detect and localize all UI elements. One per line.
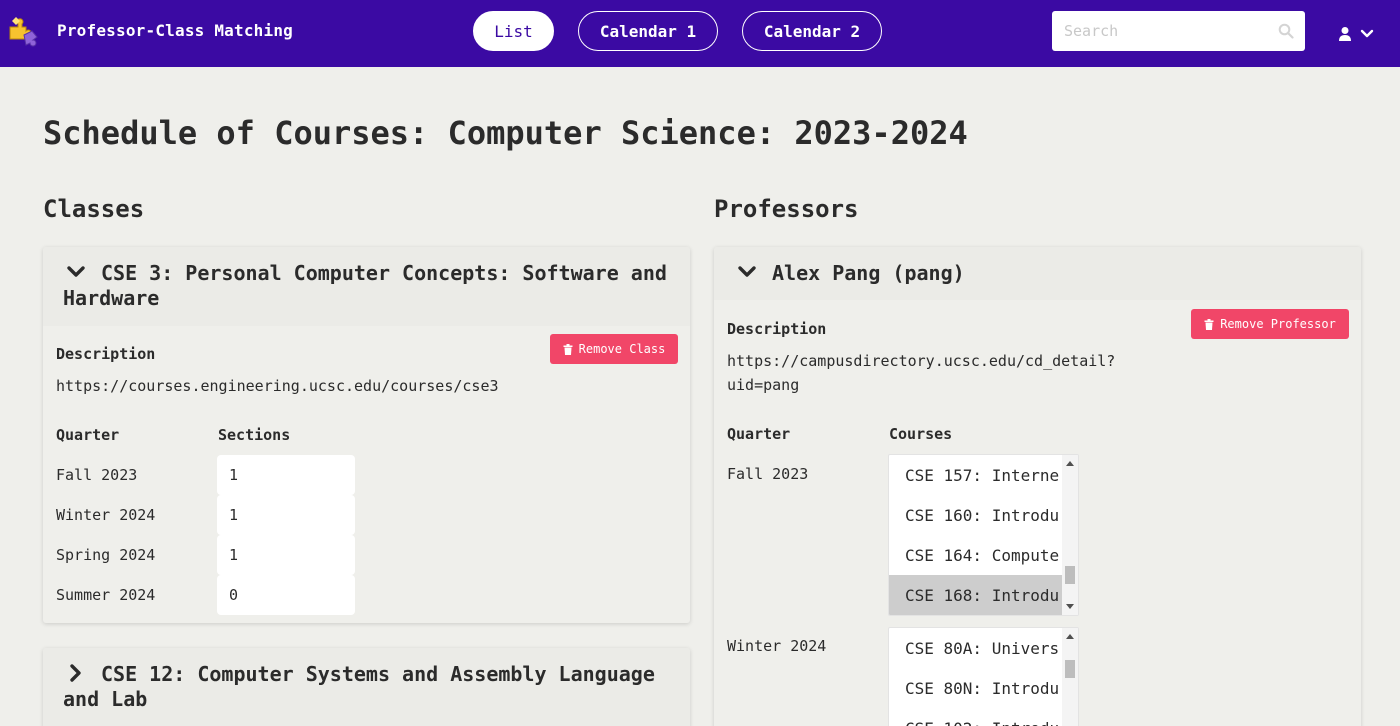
scroll-down-arrow-icon[interactable]: [1066, 604, 1074, 609]
user-icon: [1339, 27, 1351, 41]
scrollbar-thumb[interactable]: [1065, 660, 1075, 678]
course-option[interactable]: CSE 102: Introdu: [889, 708, 1063, 726]
class-description: https://courses.engineering.ucsc.edu/cou…: [56, 377, 499, 395]
course-option-selected[interactable]: CSE 168: Introdu: [889, 575, 1063, 615]
tab-list[interactable]: List: [473, 11, 554, 51]
quarter-label: Winter 2024: [727, 637, 827, 655]
description-label: Description: [56, 345, 156, 363]
sections-input[interactable]: 0: [217, 575, 355, 615]
course-option[interactable]: CSE 157: Interne: [889, 455, 1063, 495]
trash-icon: [1204, 318, 1214, 330]
course-option[interactable]: CSE 164: Compute: [889, 535, 1063, 575]
tab-calendar-2[interactable]: Calendar 2: [742, 11, 882, 51]
class-card: CSE 3: Personal Computer Concepts: Softw…: [43, 247, 690, 623]
classes-heading: Classes: [43, 195, 145, 223]
professor-description-line-1: https://campusdirectory.ucsc.edu/cd_deta…: [727, 352, 1116, 370]
quarter-label: Fall 2023: [727, 465, 809, 483]
remove-professor-button[interactable]: Remove Professor: [1191, 309, 1349, 339]
search-box: [1052, 11, 1305, 51]
professors-heading: Professors: [714, 195, 859, 223]
sections-input[interactable]: 1: [217, 535, 355, 575]
class-title-text: CSE 3: Personal Computer Concepts: Softw…: [63, 261, 667, 310]
remove-professor-label: Remove Professor: [1220, 317, 1336, 331]
quarter-label: Summer 2024: [56, 586, 156, 604]
trash-icon: [563, 343, 573, 355]
search-icon[interactable]: [1278, 23, 1294, 39]
scroll-up-arrow-icon[interactable]: [1066, 634, 1074, 639]
class-card: CSE 12: Computer Systems and Assembly La…: [43, 648, 690, 726]
quarter-header: Quarter: [727, 425, 791, 443]
professor-description-line-2: uid=pang: [727, 376, 800, 394]
page-title: Schedule of Courses: Computer Science: 2…: [43, 114, 968, 152]
chevron-right-icon[interactable]: [65, 662, 87, 684]
professor-card: Alex Pang (pang) Remove Professor Descri…: [714, 247, 1361, 726]
search-input[interactable]: [1052, 11, 1272, 51]
app-title[interactable]: Professor-Class Matching: [57, 21, 293, 40]
scroll-up-arrow-icon[interactable]: [1066, 461, 1074, 466]
sections-header: Sections: [218, 426, 291, 444]
sections-input[interactable]: 1: [217, 495, 355, 535]
courses-header: Courses: [889, 425, 953, 443]
class-card-header[interactable]: CSE 12: Computer Systems and Assembly La…: [43, 648, 690, 726]
course-option[interactable]: CSE 80A: Univers: [889, 628, 1063, 668]
scrollbar-thumb[interactable]: [1065, 566, 1075, 584]
user-menu[interactable]: [1338, 22, 1384, 46]
class-title-text: CSE 12: Computer Systems and Assembly La…: [63, 662, 655, 711]
tab-calendar-1[interactable]: Calendar 1: [578, 11, 718, 51]
remove-class-label: Remove Class: [578, 342, 666, 356]
course-option[interactable]: CSE 80N: Introdu: [889, 668, 1063, 708]
remove-class-button[interactable]: Remove Class: [550, 334, 678, 364]
chevron-down-icon[interactable]: [65, 261, 87, 283]
course-option[interactable]: CSE 160: Introdu: [889, 495, 1063, 535]
professor-card-header[interactable]: Alex Pang (pang): [714, 247, 1361, 300]
top-navbar: Professor-Class Matching List Calendar 1…: [0, 0, 1400, 67]
sections-input[interactable]: 1: [217, 455, 355, 495]
class-title: CSE 3: Personal Computer Concepts: Softw…: [63, 261, 670, 311]
courses-listbox[interactable]: CSE 80A: Univers CSE 80N: Introdu CSE 10…: [888, 627, 1079, 726]
quarter-label: Spring 2024: [56, 546, 156, 564]
puzzle-logo-icon[interactable]: [6, 15, 40, 47]
courses-listbox[interactable]: CSE 157: Interne CSE 160: Introdu CSE 16…: [888, 454, 1079, 616]
quarter-label: Fall 2023: [56, 466, 138, 484]
quarter-header: Quarter: [56, 426, 120, 444]
description-label: Description: [727, 320, 827, 338]
listbox-scrollbar[interactable]: [1062, 455, 1078, 615]
quarter-label: Winter 2024: [56, 506, 156, 524]
professor-title: Alex Pang (pang): [734, 261, 965, 286]
chevron-down-icon: [1360, 29, 1374, 38]
class-title: CSE 12: Computer Systems and Assembly La…: [63, 662, 670, 712]
class-card-header[interactable]: CSE 3: Personal Computer Concepts: Softw…: [43, 247, 690, 326]
chevron-down-icon[interactable]: [736, 261, 758, 283]
professor-title-text: Alex Pang (pang): [772, 261, 965, 285]
listbox-scrollbar[interactable]: [1062, 628, 1078, 726]
